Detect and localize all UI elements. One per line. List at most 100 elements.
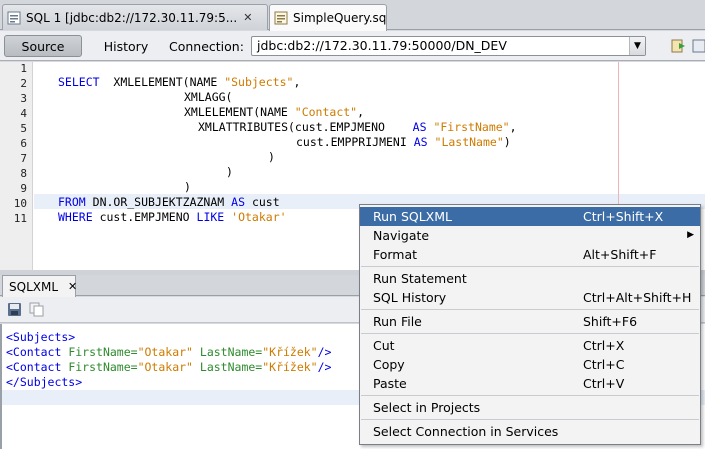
save-icon[interactable] bbox=[7, 302, 22, 317]
menu-item-paste[interactable]: Paste Ctrl+V bbox=[360, 374, 700, 393]
code-token: DN.OR_SUBJEKTZAZNAM bbox=[92, 195, 225, 209]
code-token: cust.EMPJMENO bbox=[99, 210, 190, 224]
xml-tag: <Contact bbox=[6, 345, 62, 359]
editor-toolbar: Source History Connection: jdbc:db2://17… bbox=[0, 31, 705, 61]
menu-item-sql-history[interactable]: SQL History Ctrl+Alt+Shift+H bbox=[360, 288, 700, 307]
run-sql-icon[interactable] bbox=[671, 38, 687, 54]
menu-item-shortcut: Ctrl+Shift+X bbox=[583, 209, 664, 224]
connection-select[interactable]: jdbc:db2://172.30.11.79:50000/DN_DEV ▼ bbox=[251, 36, 646, 56]
menu-item-label: Select Connection in Services bbox=[373, 424, 559, 439]
menu-item-shortcut: Ctrl+Alt+Shift+H bbox=[583, 290, 692, 305]
tab-sql-1[interactable]: SQL 1 [jdbc:db2://172.30.11.79:5... ✕ bbox=[2, 4, 268, 30]
tab-sql-1-label: SQL 1 [jdbc:db2://172.30.11.79:5... bbox=[26, 10, 238, 25]
history-button[interactable]: History bbox=[100, 35, 152, 57]
code-token: , bbox=[509, 120, 517, 134]
code-token: , bbox=[293, 75, 301, 89]
code-line: cust.EMPPRIJMENI AS "LastName") bbox=[296, 135, 511, 150]
code-token: XMLELEMENT(NAME bbox=[184, 105, 295, 119]
menu-item-run-sqlxml[interactable]: Run SQLXML Ctrl+Shift+X bbox=[360, 207, 700, 226]
tab-sqlxml-label: SQLXML bbox=[9, 279, 59, 294]
sql-file-icon bbox=[7, 11, 21, 24]
menu-item-label: Navigate bbox=[373, 228, 430, 243]
xml-line: </Subjects> bbox=[6, 375, 82, 390]
menu-item-shortcut: Ctrl+V bbox=[583, 376, 625, 391]
menu-separator bbox=[361, 309, 699, 310]
menu-item-shortcut: Shift+F6 bbox=[583, 314, 638, 329]
string-literal: "FirstName" bbox=[433, 120, 510, 134]
keyword: FROM bbox=[58, 195, 86, 209]
xml-line: <Subjects> bbox=[6, 330, 75, 345]
connection-value: jdbc:db2://172.30.11.79:50000/DN_DEV bbox=[257, 38, 507, 53]
run-statement-icon[interactable] bbox=[692, 38, 705, 54]
submenu-arrow-icon: ▶ bbox=[687, 230, 694, 240]
source-button[interactable]: Source bbox=[4, 35, 82, 57]
code-token: XMLELEMENT(NAME bbox=[113, 75, 225, 89]
code-line: XMLELEMENT(NAME "Contact", bbox=[184, 105, 364, 120]
keyword: LIKE bbox=[196, 210, 225, 224]
menu-item-label: Run File bbox=[373, 314, 422, 329]
menu-item-label: Run Statement bbox=[373, 271, 467, 286]
connection-label: Connection: bbox=[169, 39, 244, 54]
menu-item-shortcut: Ctrl+X bbox=[583, 338, 625, 353]
context-menu: Run SQLXML Ctrl+Shift+X Navigate ▶ Forma… bbox=[359, 204, 701, 445]
code-line: XMLATTRIBUTES(cust.EMPJMENO AS "FirstNam… bbox=[198, 120, 517, 135]
menu-item-label: SQL History bbox=[373, 290, 447, 305]
xml-tag: </Subjects> bbox=[6, 375, 83, 389]
code-line: FROM DN.OR_SUBJEKTZAZNAM AS cust bbox=[58, 195, 280, 210]
code-line: ) bbox=[268, 150, 275, 164]
code-line: SELECT XMLELEMENT(NAME "Subjects", bbox=[58, 75, 300, 90]
tab-simplequery[interactable]: SimpleQuery.sql ✕ bbox=[269, 4, 387, 31]
menu-item-copy[interactable]: Copy Ctrl+C bbox=[360, 355, 700, 374]
code-token: ) bbox=[503, 135, 511, 149]
xml-tag: /> bbox=[317, 345, 332, 359]
xml-attribute: LastName= bbox=[199, 345, 263, 359]
xml-attribute: FirstName= bbox=[68, 360, 138, 374]
xml-value: "Křížek" bbox=[262, 345, 318, 359]
menu-separator bbox=[361, 395, 699, 396]
tab-sql-1-close-icon[interactable]: ✕ bbox=[243, 11, 252, 24]
menu-item-run-statement[interactable]: Run Statement bbox=[360, 269, 700, 288]
menu-item-navigate[interactable]: Navigate ▶ bbox=[360, 226, 700, 245]
string-literal: "LastName" bbox=[434, 135, 504, 149]
menu-separator bbox=[361, 419, 699, 420]
menu-item-cut[interactable]: Cut Ctrl+X bbox=[360, 336, 700, 355]
code-line: WHERE cust.EMPJMENO LIKE 'Otakar' bbox=[58, 210, 287, 225]
menu-item-shortcut: Alt+Shift+F bbox=[583, 247, 657, 262]
xml-value: "Otakar" bbox=[137, 345, 193, 359]
code-token: , bbox=[357, 105, 365, 119]
menu-item-label: Run SQLXML bbox=[373, 209, 452, 224]
keyword: AS bbox=[231, 195, 245, 209]
keyword: AS bbox=[413, 135, 428, 149]
code-line: ) bbox=[184, 180, 191, 194]
menu-separator bbox=[361, 333, 699, 334]
tab-sqlxml-close-icon[interactable]: ✕ bbox=[68, 280, 77, 293]
string-literal: "Contact" bbox=[294, 105, 358, 119]
menu-item-label: Format bbox=[373, 247, 418, 262]
xml-tag: <Subjects> bbox=[6, 330, 76, 344]
menu-item-label: Copy bbox=[373, 357, 405, 372]
menu-item-shortcut: Ctrl+C bbox=[583, 357, 625, 372]
xml-line: <Contact FirstName="Otakar" LastName="Kř… bbox=[6, 360, 331, 375]
menu-item-select-in-projects[interactable]: Select in Projects bbox=[360, 398, 700, 417]
menu-item-run-file[interactable]: Run File Shift+F6 bbox=[360, 312, 700, 331]
xml-value: "Otakar" bbox=[137, 360, 193, 374]
menu-item-label: Select in Projects bbox=[373, 400, 481, 415]
copy-icon[interactable] bbox=[29, 302, 44, 317]
keyword: AS bbox=[412, 120, 427, 134]
code-token: cust.EMPPRIJMENI bbox=[296, 135, 407, 149]
menu-item-select-connection-in-services[interactable]: Select Connection in Services bbox=[360, 422, 700, 441]
sql-file-icon bbox=[274, 11, 288, 25]
menu-item-label: Paste bbox=[373, 376, 407, 391]
code-token: XMLATTRIBUTES(cust.EMPJMENO bbox=[198, 120, 385, 134]
xml-attribute: FirstName= bbox=[68, 345, 138, 359]
keyword: WHERE bbox=[58, 210, 93, 224]
editor-tab-bar: SQL 1 [jdbc:db2://172.30.11.79:5... ✕ Si… bbox=[0, 0, 705, 31]
tab-sqlxml[interactable]: SQLXML ✕ bbox=[2, 275, 77, 297]
xml-value: "Křížek" bbox=[262, 360, 318, 374]
code-line: XMLAGG( bbox=[184, 90, 233, 104]
chevron-down-icon[interactable]: ▼ bbox=[629, 37, 645, 55]
xml-line: <Contact FirstName="Otakar" LastName="Kř… bbox=[6, 345, 331, 360]
string-literal: 'Otakar' bbox=[231, 210, 287, 224]
code-line: ) bbox=[226, 165, 233, 179]
menu-item-format[interactable]: Format Alt+Shift+F bbox=[360, 245, 700, 264]
